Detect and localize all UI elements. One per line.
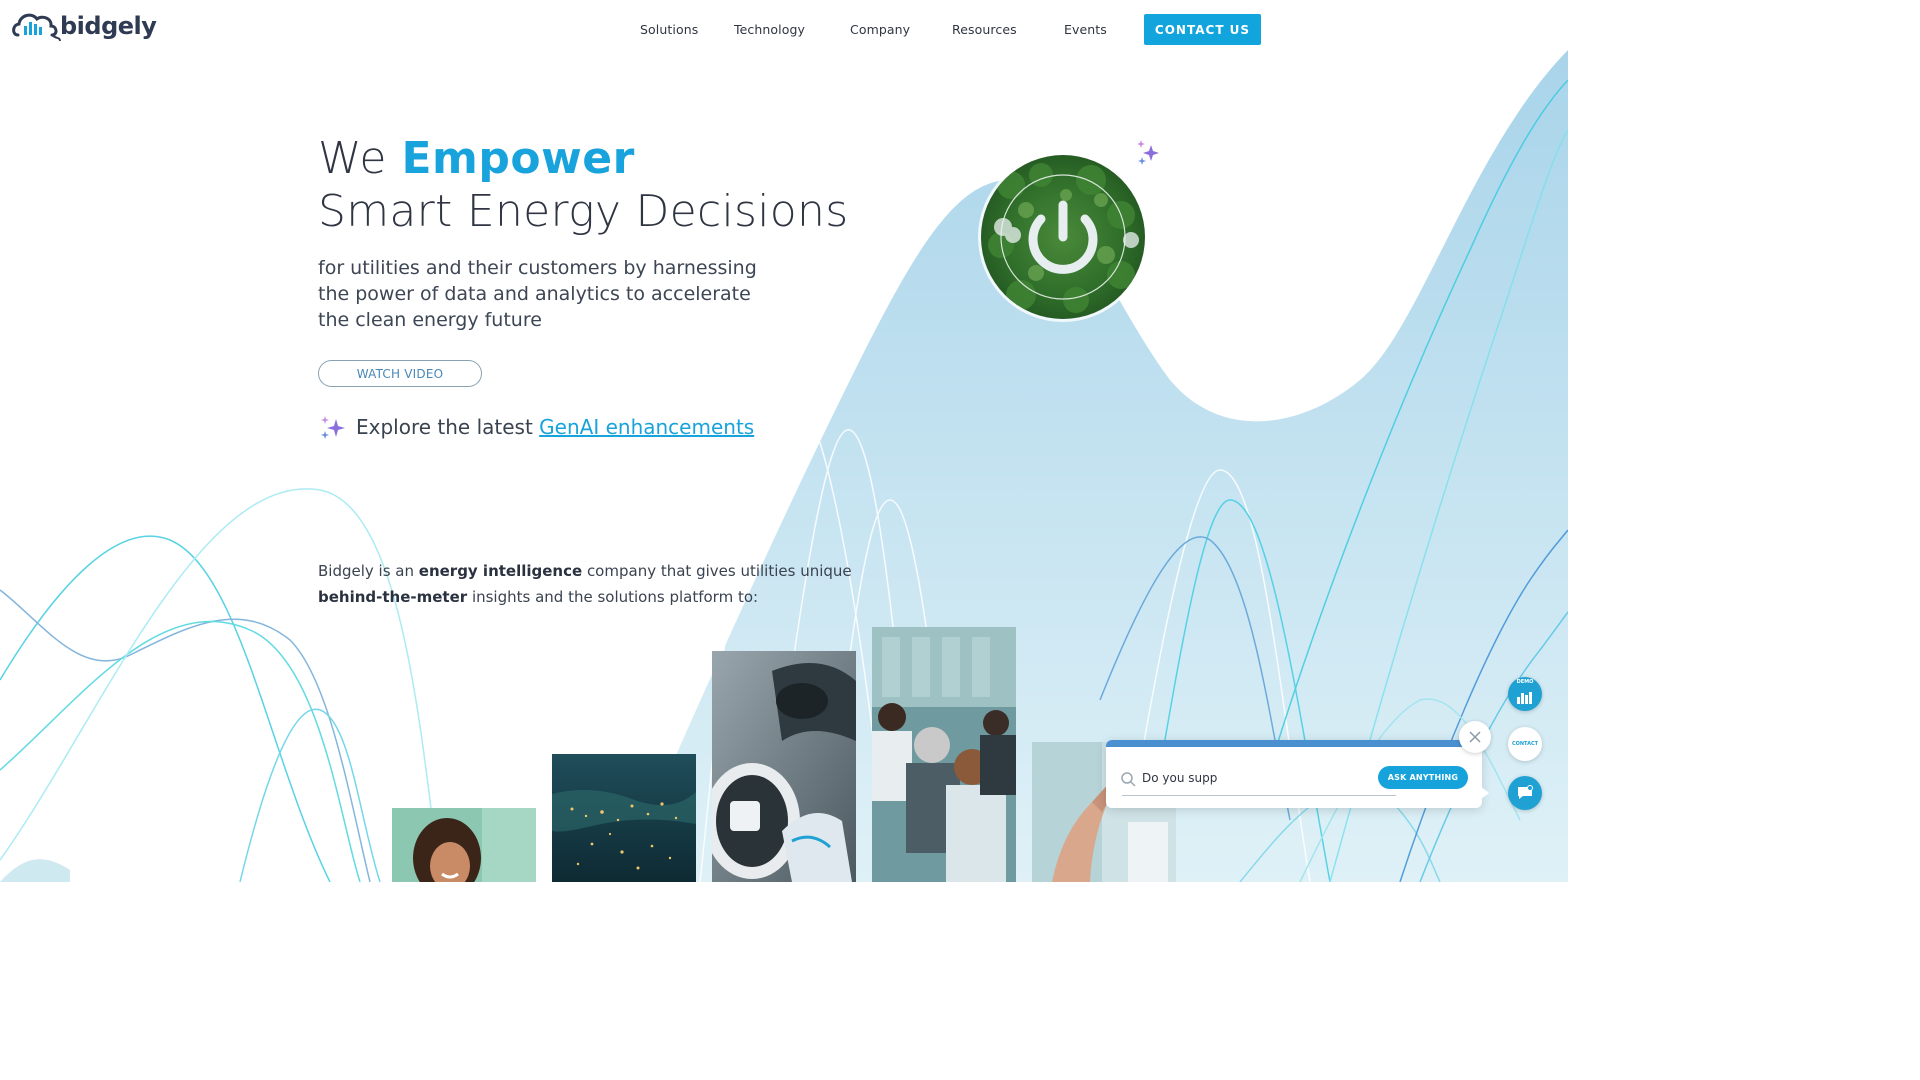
bidgely-logo-icon [12,13,61,42]
demo-button[interactable]: DEMO [1508,677,1542,711]
photo-ev-charger [712,651,856,882]
photo-woman [392,808,536,882]
chat-question-input[interactable] [1142,767,1372,789]
hero-title-line2: Smart Energy Decisions [318,186,849,237]
chat-widget-tail [1480,786,1489,800]
hero-subtitle: for utilities and their customers by har… [318,257,757,331]
demo-label: DEMO [1516,679,1534,685]
intro-text-2: company that gives utilities unique [582,562,852,580]
sparkle-icon [321,416,345,439]
bidgely-logo[interactable]: bidgely [10,8,157,44]
contact-fab-label: CONTACT [1511,741,1539,747]
nav-resources[interactable]: Resources [932,18,1044,42]
photo-meeting [872,627,1016,882]
contact-us-button[interactable]: CONTACT US [1144,14,1261,45]
genai-prefix: Explore the latest [356,415,540,439]
search-icon [1121,772,1136,787]
brand-name: bidgely [60,12,157,40]
intro-bold-2: behind-the-meter [318,588,468,606]
intro-text-1: Bidgely is an [318,562,419,580]
close-icon [1469,731,1481,743]
sparkle-icon [1137,140,1159,165]
contact-fab-button[interactable]: CONTACT [1508,727,1542,761]
chat-fab-button[interactable] [1508,776,1542,810]
chat-header-bar [1106,740,1482,747]
chat-input-underline [1122,795,1396,796]
hero-title-emphasis: Empower [401,133,635,184]
photo-city-lights [552,754,696,882]
intro-text-3: insights and the solutions platform to: [467,588,759,606]
forest-power-image [981,155,1145,319]
watch-video-button[interactable]: WATCH VIDEO [318,360,482,387]
chat-close-button[interactable] [1459,721,1491,753]
hero-title-line1: We Empower [318,133,635,184]
intro-bold-1: energy intelligence [418,562,583,580]
nav-technology[interactable]: Technology [714,18,830,42]
nav-events[interactable]: Events [1044,18,1124,42]
hero-title-prefix: We [318,133,402,184]
chat-icon [1518,785,1533,799]
main-nav: Solutions Technology Company Resources E… [620,14,1261,45]
nav-solutions[interactable]: Solutions [620,18,714,42]
genai-text: Explore the latest GenAI enhancements [356,415,754,439]
ask-anything-button[interactable]: ASK ANYTHING [1378,766,1468,789]
genai-callout: Explore the latest GenAI enhancements [318,411,754,443]
nav-company[interactable]: Company [830,18,932,42]
bar-chart-icon [1517,692,1532,704]
intro-paragraph: Bidgely is an energy intelligence compan… [318,558,858,610]
genai-enhancements-link[interactable]: GenAI enhancements [539,415,754,439]
chat-widget: ASK ANYTHING [1106,740,1482,808]
